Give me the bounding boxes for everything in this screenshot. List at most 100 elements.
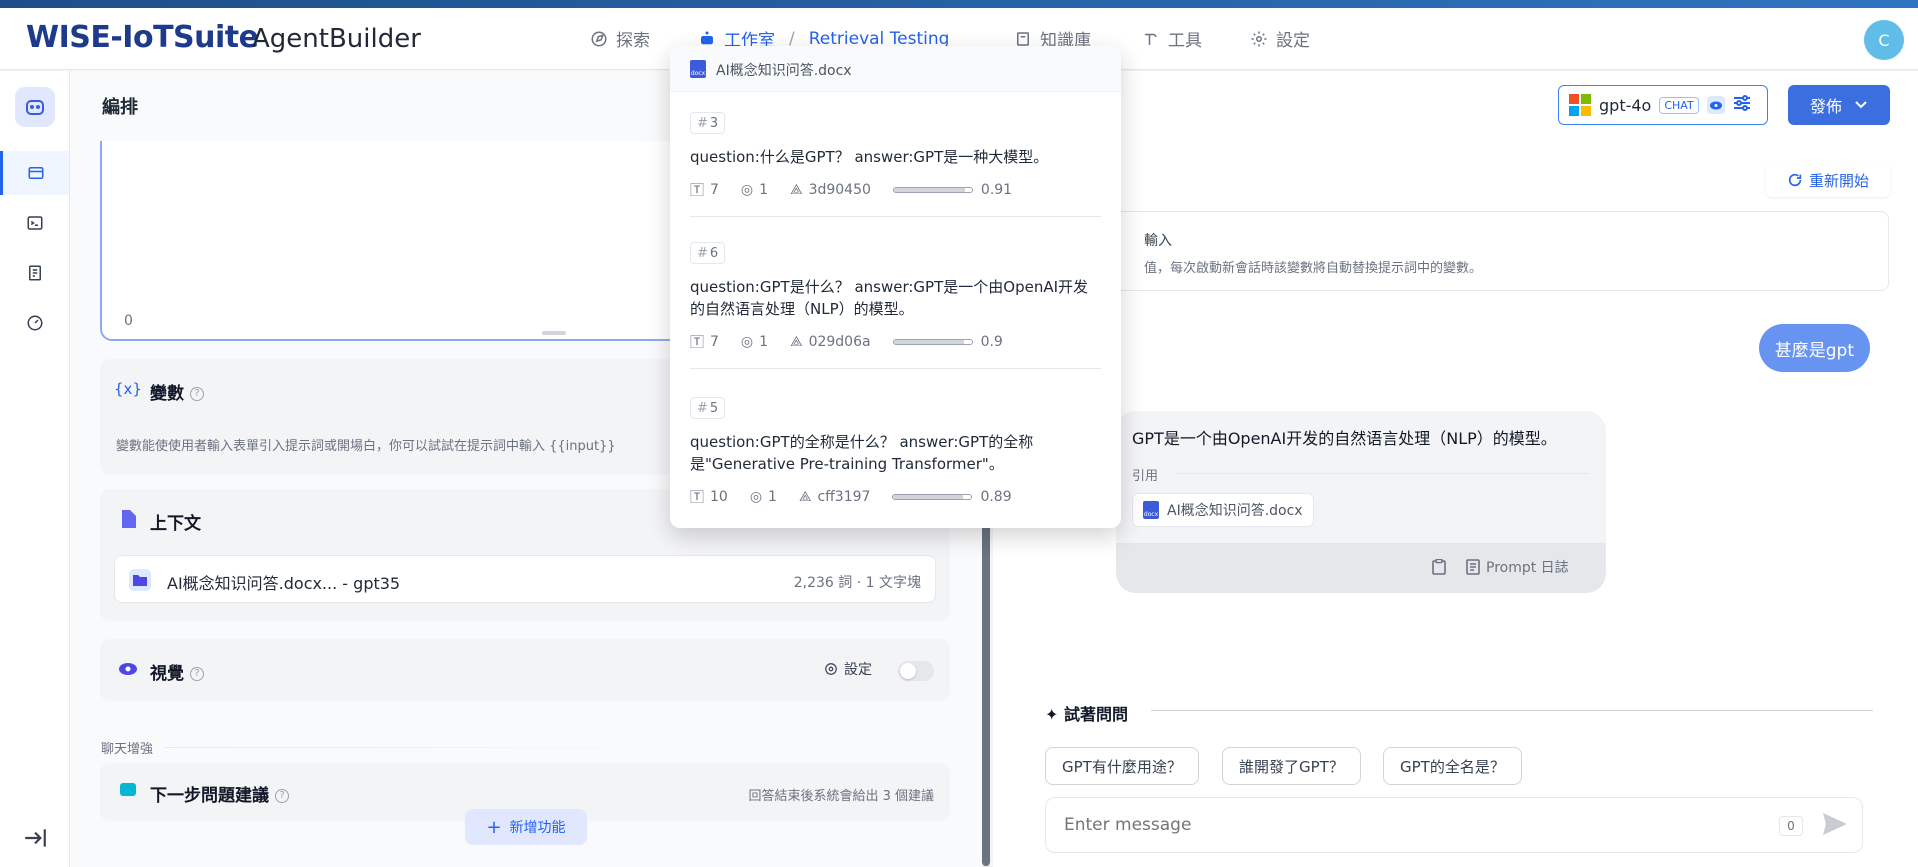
bot-message-footer: Prompt 日誌 xyxy=(1116,543,1606,593)
segment-item[interactable]: #6 question:GPT是什么？ answer:GPT是一个由OpenAI… xyxy=(690,242,1101,392)
variables-title: 變數? xyxy=(150,379,204,404)
gear-icon xyxy=(825,663,837,675)
page-title: 編排 xyxy=(102,97,138,118)
segment-hash: ⟁ 029d06a xyxy=(790,334,871,350)
publish-button[interactable]: 發佈 xyxy=(1788,85,1890,125)
citation-chip[interactable]: docx AI概念知识问答.docx xyxy=(1132,493,1314,527)
vision-settings-label: 設定 xyxy=(844,662,872,678)
restart-label: 重新開始 xyxy=(1808,171,1869,190)
rail-orchestrate[interactable] xyxy=(0,151,69,195)
score-bar xyxy=(892,494,973,500)
scrollbar-thumb[interactable] xyxy=(982,491,990,866)
file-icon xyxy=(118,509,138,529)
brand-subtitle: AgentBuilder xyxy=(252,24,421,54)
model-type-tag: CHAT xyxy=(1659,96,1699,114)
text-icon: 🅃 xyxy=(690,183,704,199)
target-icon: ◎ xyxy=(740,182,754,198)
hammer-icon xyxy=(1145,33,1157,45)
char-count: 🅃 10 xyxy=(690,489,728,506)
vision-toggle[interactable] xyxy=(898,661,934,681)
vision-title: 視覺? xyxy=(150,659,204,684)
restart-button[interactable]: 重新開始 xyxy=(1766,163,1890,197)
app-ai-icon[interactable] xyxy=(15,87,55,127)
text-icon: 🅃 xyxy=(690,490,704,506)
score-bar xyxy=(892,187,973,193)
suggestion-chip[interactable]: GPT有什麼用途？ xyxy=(1045,747,1199,785)
rail-logs[interactable] xyxy=(0,251,69,295)
segment-item[interactable]: #3 question:什么是GPT？ answer:GPT是一种大模型。 🅃 7… xyxy=(690,112,1101,242)
left-rail xyxy=(0,71,70,867)
send-icon[interactable] xyxy=(1823,813,1847,839)
target-icon: ◎ xyxy=(740,334,754,350)
clipboard-icon[interactable] xyxy=(1432,558,1446,579)
user-input-desc: 值，每次啟動新會話時該變數將自動替換提示詞中的變數。 xyxy=(1144,261,1483,276)
nav-tools[interactable]: 工具 xyxy=(1142,26,1202,51)
robot-icon xyxy=(701,31,713,44)
model-name: gpt-4o xyxy=(1599,95,1652,115)
suggestion-chip[interactable]: GPT的全名是？ xyxy=(1383,747,1522,785)
resize-handle[interactable] xyxy=(542,331,566,335)
segment-meta: 🅃 7 ◎ 1 ⟁ 029d06a 0.9 xyxy=(690,332,1003,352)
nav-settings[interactable]: 設定 xyxy=(1250,26,1310,51)
document-list-icon xyxy=(28,265,41,281)
score-bar xyxy=(892,339,973,345)
user-input-card: 輸入 值，每次啟動新會話時該變數將自動替換提示詞中的變數。 xyxy=(1023,211,1889,291)
prompt-log-button[interactable]: Prompt 日誌 xyxy=(1466,557,1569,577)
segment-text: question:GPT的全称是什么？ answer:GPT的全称是"Gener… xyxy=(690,433,1034,473)
model-selector[interactable]: gpt-4o CHAT xyxy=(1558,85,1768,125)
docx-icon: docx xyxy=(690,60,706,78)
nav-tools-label: 工具 xyxy=(1168,31,1202,51)
top-accent-stripe xyxy=(0,0,1918,8)
gear-icon xyxy=(1251,31,1267,46)
chat-enhance-label: 聊天增強 xyxy=(101,742,154,757)
context-dataset-item[interactable]: AI概念知识问答.docx... - gpt35 2,236 詞 · 1 文字塊 xyxy=(114,555,936,603)
message-char-count: 0 xyxy=(1779,816,1803,836)
publish-label: 發佈 xyxy=(1809,97,1842,116)
rail-monitor[interactable] xyxy=(0,301,69,345)
suggestion-chip[interactable]: 誰開發了GPT？ xyxy=(1222,747,1361,785)
segment-number: #3 xyxy=(690,112,726,134)
vector-icon: ⟁ xyxy=(790,334,803,350)
segment-number: #6 xyxy=(690,242,726,264)
segment-text: question:GPT是什么？ answer:GPT是一个由OpenAI开发的… xyxy=(690,278,1089,318)
try-asking-divider xyxy=(1151,710,1873,711)
terminal-icon xyxy=(27,216,42,230)
segment-number: #5 xyxy=(690,397,726,419)
citation-divider xyxy=(1176,473,1590,474)
char-count: 🅃 7 xyxy=(690,182,719,199)
docx-icon: docx xyxy=(1143,501,1159,519)
debug-preview-panel: gpt-4o CHAT 發佈 重新開始 輸入 值，每次啟動新會話時該變數將自動替… xyxy=(993,71,1918,867)
log-icon xyxy=(1466,559,1480,575)
rail-api[interactable] xyxy=(0,201,69,245)
score-value: 0.89 xyxy=(980,489,1012,505)
vision-settings-button[interactable]: 設定 xyxy=(824,659,872,679)
message-input[interactable] xyxy=(1045,797,1863,853)
collapse-sidebar-icon[interactable] xyxy=(22,825,48,855)
citation-doc-name: AI概念知识问答.docx xyxy=(1167,503,1303,519)
hit-count: ◎ 1 xyxy=(740,182,769,198)
chat-suggest-icon xyxy=(118,781,138,801)
context-dataset-name: AI概念知识问答.docx... - gpt35 xyxy=(167,574,401,593)
chevron-down-icon xyxy=(1855,101,1867,109)
next-suggest-title: 下一步問題建議? xyxy=(150,781,289,806)
folder-icon xyxy=(129,569,151,591)
nav-explore-label: 探索 xyxy=(616,31,650,51)
segment-meta: 🅃 7 ◎ 1 ⟁ 3d90450 0.91 xyxy=(690,180,1012,200)
sliders-icon[interactable] xyxy=(1733,95,1751,115)
context-dataset-meta: 2,236 詞 · 1 文字塊 xyxy=(793,575,921,591)
nav-settings-label: 設定 xyxy=(1276,31,1310,51)
brand-logo[interactable]: WISE-IoTSuite xyxy=(26,20,259,55)
segment-item[interactable]: #5 question:GPT的全称是什么？ answer:GPT的全称是"Ge… xyxy=(690,397,1101,517)
popover-doc-name: AI概念知识问答.docx xyxy=(716,63,852,79)
try-asking-title: ✦ 試著問問 xyxy=(1045,705,1128,724)
gauge-icon xyxy=(27,315,42,331)
nav-explore[interactable]: 探索 xyxy=(590,26,650,51)
add-feature-button[interactable]: + 新增功能 xyxy=(465,809,587,845)
segment-divider xyxy=(690,368,1101,369)
book-icon xyxy=(1017,31,1029,46)
user-avatar[interactable]: C xyxy=(1864,20,1904,60)
layout-icon xyxy=(28,167,44,179)
citation-popover: docx AI概念知识问答.docx #3 question:什么是GPT？ a… xyxy=(670,46,1121,528)
hit-count: ◎ 1 xyxy=(749,489,777,505)
target-icon: ◎ xyxy=(749,489,763,505)
